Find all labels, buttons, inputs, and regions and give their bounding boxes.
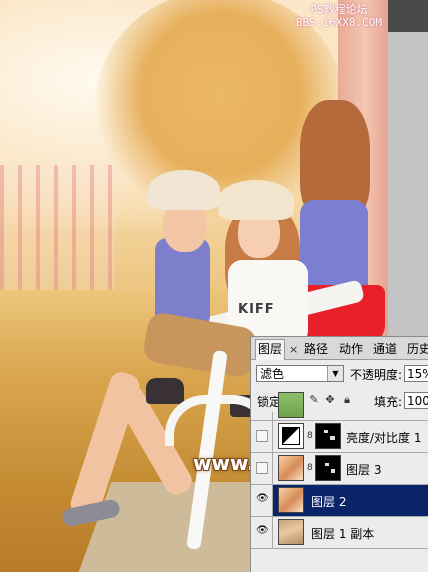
visibility-toggle[interactable]: 👁︎: [251, 517, 273, 548]
blend-mode-value: 滤色: [260, 367, 285, 381]
blend-mode-select[interactable]: 滤色 ▼: [256, 365, 344, 382]
fill-field[interactable]: 100%: [404, 392, 428, 409]
shirt-print: KIFF: [238, 302, 275, 317]
eye-icon[interactable]: 👁︎: [256, 526, 269, 536]
layer-list: 8 亮度/对比度 1 8 图层 3 👁︎ 图层 2 👁︎ 图层 1 副本: [251, 392, 428, 549]
lock-image-icon[interactable]: ✎: [308, 394, 320, 406]
layer-row[interactable]: 8 亮度/对比度 1: [251, 421, 428, 453]
watermark-forum-name: PS教程论坛: [310, 3, 368, 16]
layer-thumbnail: [278, 487, 304, 513]
tab-paths[interactable]: 路径: [302, 340, 330, 358]
layer-mask-thumbnail[interactable]: [315, 423, 341, 449]
chevron-down-icon[interactable]: ▼: [327, 366, 343, 381]
layer-row[interactable]: [251, 392, 428, 421]
layer-name: 亮度/对比度 1: [346, 431, 422, 445]
panel-tabs: 图层 × 路径 动作 通道 历史: [251, 337, 428, 360]
link-icon[interactable]: 8: [307, 431, 313, 441]
opacity-field[interactable]: 15%: [404, 365, 428, 382]
visibility-toggle[interactable]: [251, 412, 273, 420]
layer-row-selected[interactable]: 👁︎ 图层 2: [251, 485, 428, 517]
tab-layers[interactable]: 图层: [255, 339, 286, 360]
layer-name: 图层 1 副本: [311, 527, 375, 541]
fill-label: 填充:: [374, 395, 403, 409]
layer-row[interactable]: 👁︎ 图层 1 副本: [251, 517, 428, 549]
girl-middle-hat: [218, 180, 294, 220]
eye-icon[interactable]: 👁︎: [256, 494, 269, 504]
adjustment-layer-icon: [278, 423, 304, 449]
watermark-forum-url: BBS.16XX8.COM: [295, 16, 382, 29]
workspace-top-bar: [388, 0, 428, 32]
watermark-forum: PS教程论坛 BBS.16XX8.COM: [296, 3, 382, 29]
layer-name: 图层 2: [311, 495, 347, 509]
layer-thumbnail: [278, 455, 304, 481]
close-icon[interactable]: ×: [289, 343, 298, 356]
visibility-toggle[interactable]: [251, 421, 273, 452]
tab-history[interactable]: 历史: [405, 340, 428, 358]
tab-channels[interactable]: 通道: [371, 340, 399, 358]
layer-mask-thumbnail[interactable]: [315, 455, 341, 481]
tab-actions[interactable]: 动作: [337, 340, 365, 358]
opacity-label: 不透明度:: [350, 368, 403, 382]
hidden-visibility-box[interactable]: [256, 462, 268, 474]
link-icon[interactable]: 8: [307, 463, 313, 473]
layer-thumbnail: [278, 519, 304, 545]
lock-all-icon[interactable]: 🔒︎: [341, 394, 353, 406]
visibility-toggle[interactable]: 👁︎: [251, 485, 273, 516]
girl-left-hat: [148, 170, 220, 210]
layers-panel: 图层 × 路径 动作 通道 历史 滤色 ▼ 不透明度: 15% 锁定: ✎ ✥ …: [250, 336, 428, 572]
visibility-toggle[interactable]: [251, 453, 273, 484]
lock-position-icon[interactable]: ✥: [324, 394, 336, 406]
hidden-visibility-box[interactable]: [256, 430, 268, 442]
layer-row[interactable]: 8 图层 3: [251, 453, 428, 485]
layer-thumbnail: [278, 392, 304, 418]
sneaker: [146, 378, 184, 404]
layer-name: 图层 3: [346, 463, 382, 477]
